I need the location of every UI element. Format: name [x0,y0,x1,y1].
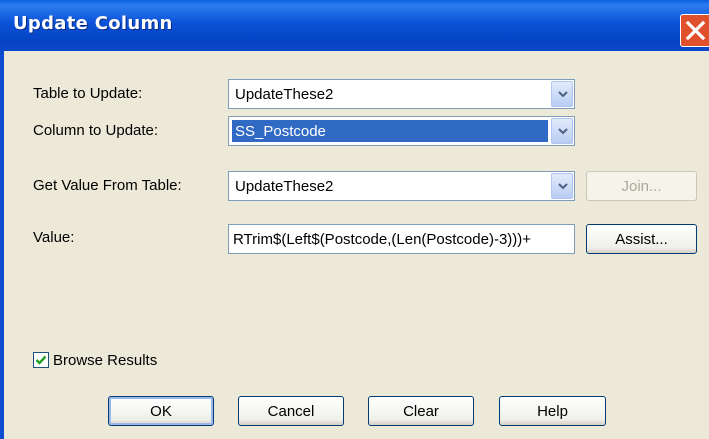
table-to-update-select[interactable]: UpdateThese2 [228,79,575,109]
table-to-update-value: UpdateThese2 [235,86,334,103]
dialog-title: Update Column [13,13,173,34]
table-to-update-label: Table to Update: [33,85,143,102]
clear-button[interactable]: Clear [368,396,474,426]
chevron-down-icon [558,128,568,135]
from-table-dropdown-button[interactable] [551,173,573,199]
get-value-from-table-label: Get Value From Table: [33,177,182,194]
column-to-update-select[interactable]: SS_Postcode [228,116,575,146]
get-value-from-table-value: UpdateThese2 [235,178,334,195]
assist-button[interactable]: Assist... [586,224,697,254]
window-border [0,51,4,439]
close-button[interactable] [680,14,709,47]
table-dropdown-button[interactable] [551,81,573,107]
browse-results-checkbox[interactable] [33,352,49,368]
column-to-update-value: SS_Postcode [235,123,326,140]
chevron-down-icon [558,183,568,190]
value-input[interactable]: RTrim$(Left$(Postcode,(Len(Postcode)-3))… [228,224,575,254]
checkmark-icon [35,355,47,365]
help-button[interactable]: Help [499,396,606,426]
get-value-from-table-select[interactable]: UpdateThese2 [228,171,575,201]
join-button[interactable]: Join... [586,171,697,201]
title-bar[interactable]: Update Column [0,0,709,51]
ok-button[interactable]: OK [108,396,214,426]
browse-results-label: Browse Results [53,352,158,369]
close-icon [685,20,706,41]
chevron-down-icon [558,91,568,98]
column-to-update-label: Column to Update: [33,122,159,139]
column-dropdown-button[interactable] [551,118,573,144]
cancel-button[interactable]: Cancel [238,396,344,426]
update-column-dialog: Update Column Table to Update: UpdateThe… [0,0,709,439]
value-label: Value: [33,229,75,246]
value-expression: RTrim$(Left$(Postcode,(Len(Postcode)-3))… [233,231,532,248]
